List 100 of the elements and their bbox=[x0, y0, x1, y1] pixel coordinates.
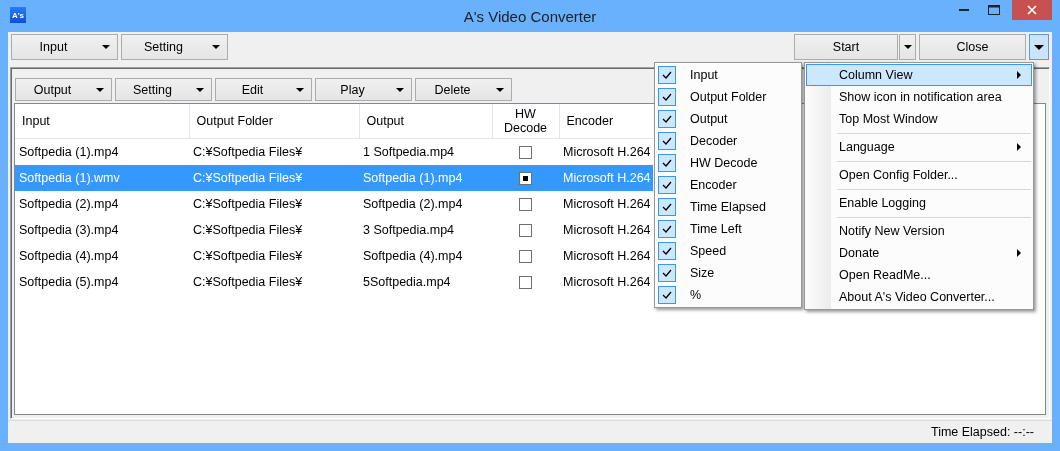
table-cell: Softpedia (1).wmv bbox=[19, 171, 120, 185]
table-cell: Softpedia (3).mp4 bbox=[19, 223, 119, 237]
table-cell: Microsoft H.264 bbox=[563, 171, 651, 185]
submenu-arrow-icon bbox=[1017, 249, 1021, 257]
table-cell: Softpedia (1).mp4 bbox=[19, 145, 119, 159]
table-row[interactable]: Softpedia (2).mp4 C:¥Softpedia Files¥ Softpedia (2).mp4 Microsoft H.264 bbox=[15, 191, 653, 217]
menu-item-label: Speed bbox=[690, 244, 727, 258]
maximize-icon bbox=[988, 5, 1000, 15]
column-header[interactable]: Output bbox=[359, 104, 492, 139]
table-cell: C:¥Softpedia Files¥ bbox=[193, 145, 303, 159]
caret-icon bbox=[102, 45, 110, 49]
dropdown-button[interactable]: Setting bbox=[115, 78, 212, 101]
menu-item-label: Size bbox=[690, 266, 715, 280]
caret-icon bbox=[96, 87, 104, 92]
menu-item[interactable]: Enable Logging bbox=[806, 186, 1032, 214]
menu-item[interactable]: Input bbox=[655, 64, 801, 86]
menu-item[interactable]: Encoder bbox=[655, 174, 801, 196]
submenu-arrow-icon bbox=[1017, 71, 1021, 79]
menu-item-label: Time Elapsed bbox=[690, 200, 766, 214]
table-cell: C:¥Softpedia Files¥ bbox=[193, 249, 303, 263]
table-cell: C:¥Softpedia Files¥ bbox=[193, 223, 303, 237]
dropdown-button[interactable]: Play bbox=[315, 78, 412, 101]
menu-item-label: Input bbox=[690, 68, 718, 82]
menu-item-label: Time Left bbox=[690, 222, 742, 236]
app-icon: A's bbox=[10, 7, 26, 23]
dropdown-button[interactable]: Setting bbox=[121, 34, 228, 60]
menu-item[interactable]: Show icon in notification area bbox=[806, 86, 1032, 108]
table-cell: Microsoft H.264 bbox=[563, 275, 651, 289]
table-row[interactable]: Softpedia (5).mp4 C:¥Softpedia Files¥ 5Softpedia.mp4 Microsoft H.264 bbox=[15, 269, 653, 295]
menu-item[interactable]: Top Most Window bbox=[806, 108, 1032, 130]
caret-icon bbox=[496, 87, 504, 92]
caret-icon bbox=[296, 87, 304, 92]
checkbox[interactable] bbox=[519, 198, 532, 212]
checkbox[interactable] bbox=[519, 172, 532, 186]
menu-item[interactable]: Output bbox=[655, 108, 801, 130]
table-cell: C:¥Softpedia Files¥ bbox=[193, 275, 303, 289]
table-cell: Microsoft H.264 bbox=[563, 249, 651, 263]
caret-icon bbox=[396, 87, 404, 92]
menu-item[interactable]: % bbox=[655, 284, 801, 306]
checkbox[interactable] bbox=[519, 276, 532, 290]
caret-icon bbox=[212, 45, 220, 49]
table-cell: Microsoft H.264 bbox=[563, 223, 651, 237]
table-cell: C:¥Softpedia Files¥ bbox=[193, 197, 303, 211]
table-cell: Softpedia (4).mp4 bbox=[19, 249, 119, 263]
table-cell: Softpedia (5).mp4 bbox=[19, 275, 119, 289]
table-cell: Softpedia (2).mp4 bbox=[19, 197, 119, 211]
submenu-arrow-icon bbox=[1017, 143, 1021, 151]
menu-item[interactable]: Time Left bbox=[655, 218, 801, 240]
table-cell: 3 Softpedia.mp4 bbox=[363, 223, 455, 237]
close-icon bbox=[1027, 5, 1037, 15]
menu-item[interactable]: Donate bbox=[806, 242, 1032, 264]
table-cell: Microsoft H.264 bbox=[563, 197, 651, 211]
menu-item-label: Output Folder bbox=[690, 90, 767, 104]
column-header[interactable]: Input bbox=[15, 104, 189, 139]
dropdown-button[interactable] bbox=[899, 34, 916, 60]
menu-item[interactable]: Time Elapsed bbox=[655, 196, 801, 218]
checkbox[interactable] bbox=[519, 224, 532, 238]
menu-dropdown-button[interactable] bbox=[1029, 34, 1049, 60]
table-cell: C:¥Softpedia Files¥ bbox=[193, 171, 303, 185]
table-cell: Softpedia (1).mp4 bbox=[363, 171, 463, 185]
dropdown-button[interactable]: Input bbox=[11, 34, 118, 60]
table-cell: Microsoft H.264 bbox=[563, 145, 651, 159]
menu-item[interactable]: Speed bbox=[655, 240, 801, 262]
window-title: A's Video Converter bbox=[463, 7, 597, 25]
caret-icon bbox=[1034, 44, 1044, 50]
table-row[interactable]: Softpedia (1).mp4 C:¥Softpedia Files¥ 1 Softpedia.mp4 Microsoft H.264 bbox=[15, 138, 653, 165]
start-button[interactable]: Start bbox=[794, 34, 898, 60]
menu-item-label: Encoder bbox=[690, 178, 737, 192]
menu-item[interactable]: Column View bbox=[806, 64, 1032, 86]
column-header[interactable]: HW Decode bbox=[492, 104, 559, 139]
menu-item[interactable]: Open Config Folder... bbox=[806, 158, 1032, 186]
minimize-icon bbox=[959, 9, 969, 11]
menu-item-label: % bbox=[690, 288, 702, 302]
menu-item[interactable]: Size bbox=[655, 262, 801, 284]
menu-item[interactable]: Decoder bbox=[655, 130, 801, 152]
menu-item-label: HW Decode bbox=[690, 156, 758, 170]
column-header[interactable]: Encoder bbox=[559, 104, 653, 139]
table-cell: 5Softpedia.mp4 bbox=[363, 275, 451, 289]
menu-item[interactable]: Open ReadMe... bbox=[806, 264, 1032, 286]
close-app-button[interactable]: Close bbox=[919, 34, 1026, 60]
menu-item[interactable]: Output Folder bbox=[655, 86, 801, 108]
caret-icon bbox=[903, 45, 912, 49]
status-text: Time Elapsed: --:-- bbox=[930, 425, 1034, 439]
dropdown-button[interactable]: Output bbox=[15, 78, 112, 101]
dropdown-button[interactable]: Edit bbox=[215, 78, 312, 101]
menu-item-label: Decoder bbox=[690, 134, 738, 148]
menu-item[interactable]: About A's Video Converter... bbox=[806, 286, 1032, 308]
menu-item[interactable]: HW Decode bbox=[655, 152, 801, 174]
menu-item[interactable]: Language bbox=[806, 130, 1032, 158]
menu-item[interactable]: Notify New Version bbox=[806, 214, 1032, 242]
table-row[interactable]: Softpedia (3).mp4 C:¥Softpedia Files¥ 3 Softpedia.mp4 Microsoft H.264 bbox=[15, 217, 653, 243]
checkbox[interactable] bbox=[519, 250, 532, 264]
dropdown-button[interactable]: Delete bbox=[415, 78, 512, 101]
table-cell: 1 Softpedia.mp4 bbox=[363, 145, 455, 159]
table-cell: Softpedia (4).mp4 bbox=[363, 249, 463, 263]
checkbox[interactable] bbox=[519, 146, 532, 160]
column-header[interactable]: Output Folder bbox=[189, 104, 359, 139]
caret-icon bbox=[196, 87, 204, 92]
table-row[interactable]: Softpedia (4).mp4 C:¥Softpedia Files¥ Softpedia (4).mp4 Microsoft H.264 bbox=[15, 243, 653, 269]
menu-item-label: Output bbox=[690, 112, 728, 126]
